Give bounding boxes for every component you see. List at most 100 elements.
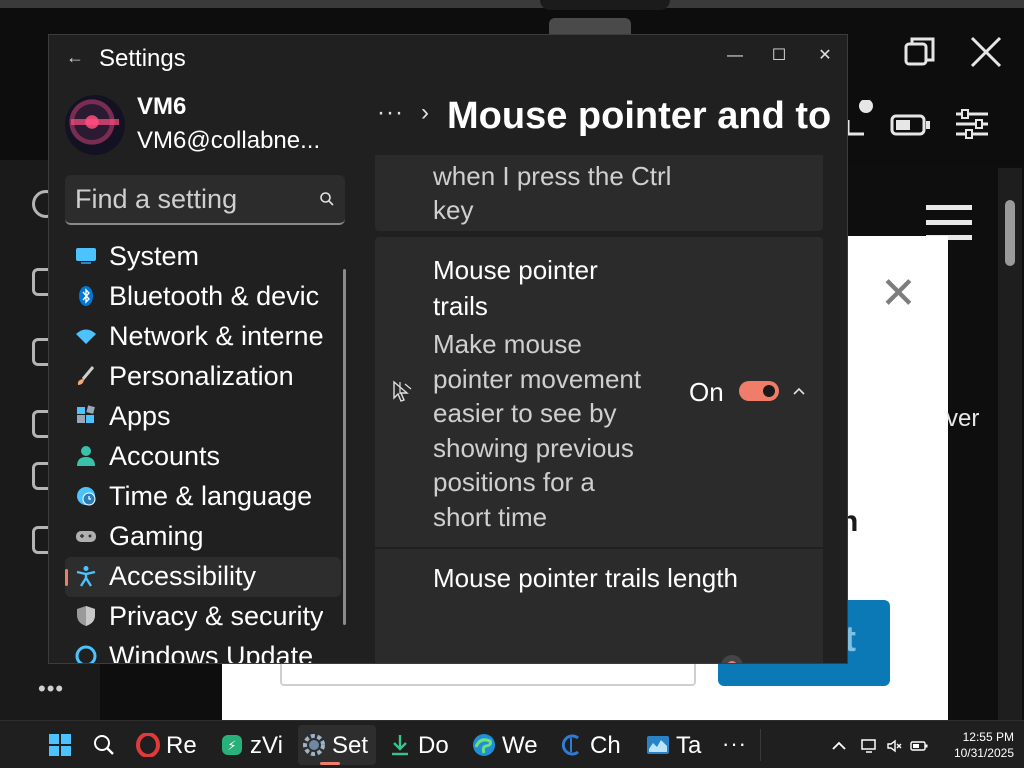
background-scrollbar-thumb[interactable] <box>1005 200 1015 266</box>
settings-gear-icon <box>303 734 325 756</box>
back-arrow-icon[interactable]: ← <box>63 47 87 71</box>
taskbar-app-downloads[interactable]: Do <box>384 725 458 765</box>
taskbar-app-settings[interactable]: Set <box>298 725 376 765</box>
sidebar-item-windows-update[interactable]: Windows Update <box>65 637 341 663</box>
chrome-beta-icon <box>561 734 579 756</box>
sidebar-item-label: Bluetooth & devic <box>109 281 320 311</box>
taskbar-separator <box>760 729 761 761</box>
rail-more-icon[interactable]: ••• <box>38 676 64 702</box>
bluetooth-icon <box>79 286 93 306</box>
sidebar-item-personalization[interactable]: Personalization <box>65 357 341 397</box>
sidebar-item-time-language[interactable]: Time & language <box>65 477 341 517</box>
ctrl-key-setting-card: when I press the Ctrl key <box>375 155 823 231</box>
search-input[interactable] <box>75 183 305 215</box>
pointer-trails-description-line: Make mouse <box>433 329 582 359</box>
sidebar-item-system[interactable]: System <box>65 237 341 277</box>
dialog-close-icon[interactable]: ✕ <box>880 268 917 319</box>
settings-content: when I press the Ctrl key Mouse pointer … <box>375 155 823 663</box>
maximize-icon[interactable]: ☐ <box>757 41 801 71</box>
ctrl-key-description-line: when I press the Ctrl <box>433 161 672 191</box>
taskbar-more-button[interactable]: ··· <box>722 731 747 757</box>
download-icon <box>392 735 408 756</box>
user-profile[interactable]: VM6 VM6@collabne... <box>65 91 355 163</box>
profile-email: VM6@collabne... <box>137 127 321 154</box>
pointer-trails-description-line: short time <box>433 501 548 532</box>
sidebar-item-privacy[interactable]: Privacy & security <box>65 597 341 637</box>
taskbar-app-edge[interactable]: We <box>468 725 546 765</box>
breadcrumb-chevron-icon: › <box>421 99 429 126</box>
taskbar-app-opera[interactable]: Re <box>132 725 206 765</box>
sidebar-item-gaming[interactable]: Gaming <box>65 517 341 557</box>
sidebar-item-label: System <box>109 241 200 271</box>
battery-icon[interactable] <box>888 100 932 148</box>
sidebar-item-bluetooth[interactable]: Bluetooth & devic <box>65 277 341 317</box>
sidebar-item-label: Accounts <box>109 441 221 471</box>
opera-icon <box>136 733 160 757</box>
brush-icon <box>77 366 95 385</box>
pointer-trails-description: Make mouse pointer movement easier to se… <box>433 327 673 535</box>
update-icon <box>75 645 97 663</box>
clock-date: 10/31/2025 <box>953 746 1014 760</box>
profile-name: VM6 <box>137 93 187 120</box>
taskbar-app-chrome-beta[interactable]: Ch <box>556 725 634 765</box>
active-app-indicator <box>320 762 340 765</box>
person-icon <box>77 446 95 466</box>
apps-icon <box>77 405 95 423</box>
background-tab[interactable] <box>549 18 631 34</box>
minimize-icon[interactable]: — <box>713 41 757 71</box>
search-icon[interactable] <box>92 733 116 757</box>
breadcrumb: ··· › Mouse pointer and to <box>377 93 847 143</box>
clock[interactable]: 12:55 PM 10/31/2025 <box>938 729 1014 761</box>
settings-sliders-icon[interactable] <box>950 100 994 148</box>
sidebar-item-label: Personalization <box>109 361 294 391</box>
pointer-trails-icon <box>393 380 412 402</box>
chevron-up-icon[interactable] <box>830 737 848 755</box>
system-icon <box>76 248 96 264</box>
volume-muted-icon[interactable] <box>886 737 904 755</box>
breadcrumb-more-button[interactable]: ··· <box>377 99 404 127</box>
pointer-trails-description-line: pointer movement <box>433 363 642 394</box>
page-title: Mouse pointer and to <box>447 95 832 137</box>
taskbar: Re ⚡ zVi Set Do We Ch Ta ··· 12:55 PM 10… <box>0 720 1024 768</box>
network-display-icon[interactable] <box>860 737 878 755</box>
task-manager-icon <box>647 736 669 754</box>
sidebar-item-label: Time & language <box>109 481 313 511</box>
sidebar-item-accounts[interactable]: Accounts <box>65 437 341 477</box>
sidebar-item-label: Privacy & security <box>109 601 323 631</box>
ctrl-key-description-line: key <box>433 195 474 225</box>
trails-length-card: Mouse pointer trails length <box>375 549 823 663</box>
battery-icon[interactable] <box>910 737 928 755</box>
start-icon[interactable] <box>48 733 72 757</box>
pointer-trails-description-line: easier to see by <box>433 398 617 429</box>
background-title-notch <box>540 0 670 10</box>
taskbar-app-label: Set <box>332 732 368 759</box>
download-status-icon[interactable] <box>842 100 886 148</box>
pointer-trails-card: Mouse pointer trails Make mouse pointer … <box>375 237 823 547</box>
pointer-trails-toggle[interactable] <box>739 381 779 401</box>
chevron-up-icon[interactable] <box>789 381 809 401</box>
sidebar-item-network[interactable]: Network & interne <box>65 317 341 357</box>
settings-window: ← Settings — ☐ ✕ VM6 VM6@collabne... Sys… <box>48 34 848 664</box>
close-icon[interactable] <box>966 32 1006 72</box>
taskbar-app-label: We <box>502 732 538 759</box>
sidebar-item-apps[interactable]: Apps <box>65 397 341 437</box>
search-icon[interactable] <box>319 191 335 207</box>
search-box[interactable] <box>65 175 345 225</box>
background-text-fragment: ver <box>946 405 980 432</box>
accessibility-icon <box>76 566 96 587</box>
sidebar-item-accessibility[interactable]: Accessibility <box>65 557 341 597</box>
close-window-icon[interactable]: ✕ <box>803 41 847 71</box>
wifi-icon <box>76 329 96 344</box>
taskbar-app-zvi[interactable]: ⚡ zVi <box>216 725 292 765</box>
app-title: Settings <box>99 45 186 72</box>
taskbar-app-task-manager[interactable]: Ta <box>642 725 716 765</box>
toggle-knob <box>763 385 775 397</box>
sidebar-scrollbar[interactable] <box>343 269 346 625</box>
sidebar-item-label: Gaming <box>109 521 204 551</box>
restore-icon[interactable] <box>900 32 940 72</box>
pointer-trails-title-line: Mouse pointer <box>433 255 598 285</box>
pointer-trails-description-line: showing previous <box>433 432 634 463</box>
zvi-icon: ⚡ <box>222 735 242 755</box>
toggle-state-label: On <box>689 377 724 407</box>
controller-icon <box>76 531 96 542</box>
